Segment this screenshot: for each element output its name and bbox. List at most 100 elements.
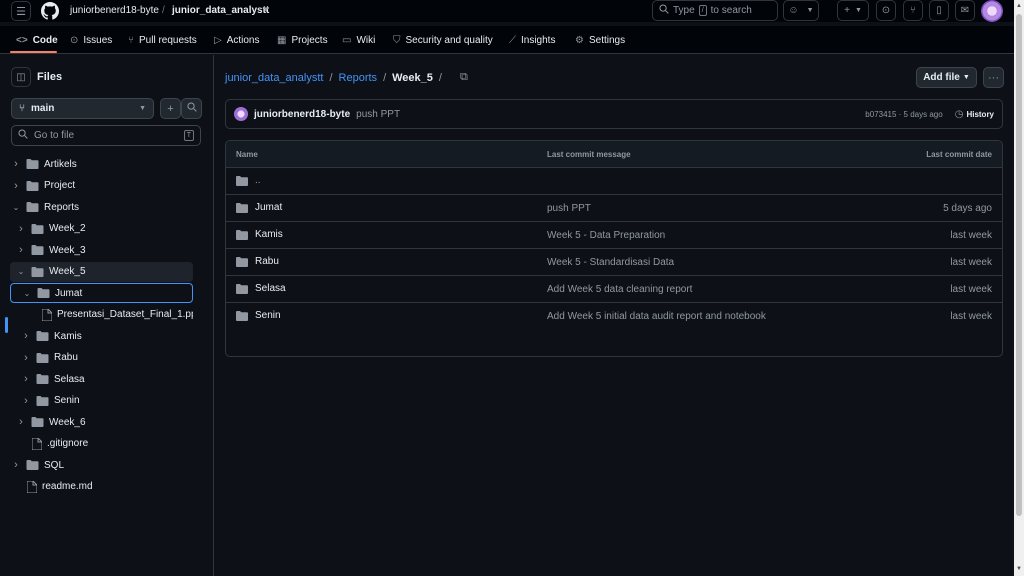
tree-item-week-6[interactable]: › Week_6: [10, 412, 193, 432]
parent-directory-row[interactable]: ..: [226, 168, 1002, 195]
tree-item-week-2[interactable]: › Week_2: [10, 219, 193, 239]
commit-author-link[interactable]: juniorbenerd18-byte: [254, 109, 350, 120]
tree-item-week-3[interactable]: › Week_3: [10, 240, 193, 260]
tree-item-project[interactable]: › Project: [10, 176, 193, 196]
tree-item-presentasi-dataset-final-1-pp[interactable]: Presentasi_Dataset_Final_1.pp...: [10, 305, 193, 325]
commit-author-avatar[interactable]: [234, 107, 248, 121]
page-scrollbar[interactable]: ▲ ▼: [1014, 0, 1024, 576]
folder-name-link[interactable]: Senin: [255, 310, 281, 321]
tree-item-label: Senin: [54, 395, 80, 406]
tree-item-rabu[interactable]: › Rabu: [10, 348, 193, 368]
tree-item-artikels[interactable]: › Artikels: [10, 154, 193, 174]
issues-button[interactable]: ⊙: [876, 0, 896, 21]
table-row[interactable]: Jumat push PPT 5 days ago: [226, 195, 1002, 222]
breadcrumb-repo-link[interactable]: junior_data_analystt: [225, 72, 323, 84]
table-row[interactable]: Senin Add Week 5 initial data audit repor…: [226, 303, 1002, 330]
folder-icon: [236, 202, 248, 213]
folder-name-link[interactable]: Rabu: [255, 256, 279, 267]
tab-pull-requests[interactable]: ⑂ Pull requests: [128, 26, 197, 54]
chevron-down-icon[interactable]: ⌄: [22, 289, 32, 298]
history-link[interactable]: ◷ History: [955, 109, 994, 120]
tree-item-label: Artikels: [44, 158, 77, 170]
tab-settings[interactable]: ⚙ Settings: [575, 26, 625, 54]
shield-icon: ⛉: [393, 34, 401, 46]
commit-message-link[interactable]: Add Week 5 data cleaning report: [547, 284, 692, 295]
tab-code[interactable]: <> Code: [16, 26, 58, 54]
folder-name-link[interactable]: Jumat: [255, 202, 282, 213]
table-row[interactable]: Rabu Week 5 - Standardisasi Data last week: [226, 249, 1002, 276]
commit-message-link[interactable]: push PPT: [547, 203, 591, 214]
tree-item-reports[interactable]: ⌄ Reports: [10, 197, 193, 217]
search-files-button[interactable]: [181, 98, 202, 119]
folder-icon: [26, 245, 49, 255]
tree-item-jumat[interactable]: ⌄ Jumat: [10, 283, 193, 303]
add-file-sidebar-button[interactable]: +: [160, 98, 181, 119]
parent-directory-link[interactable]: ..: [255, 175, 261, 186]
chevron-right-icon[interactable]: ›: [11, 158, 21, 170]
tab-actions[interactable]: ▷ Actions: [214, 26, 260, 54]
go-to-file-field[interactable]: T: [11, 125, 201, 146]
collapse-sidebar-button[interactable]: ◫: [11, 67, 31, 87]
chevron-right-icon[interactable]: ›: [16, 244, 26, 256]
tree-item-label: Kamis: [54, 330, 82, 342]
tree-item-senin[interactable]: › Senin: [10, 391, 193, 411]
repositories-button[interactable]: ▯: [929, 0, 949, 21]
chevron-right-icon[interactable]: ›: [21, 352, 31, 364]
chevron-right-icon[interactable]: ›: [11, 459, 21, 471]
github-logo-icon[interactable]: [40, 1, 60, 21]
repo-owner-link[interactable]: juniorbenerd18-byte: [70, 5, 159, 16]
scroll-down-icon[interactable]: ▼: [1016, 566, 1022, 572]
chevron-right-icon[interactable]: ›: [21, 330, 31, 342]
chevron-right-icon[interactable]: ›: [16, 416, 26, 428]
commit-message-link[interactable]: Add Week 5 initial data audit report and…: [547, 311, 766, 322]
commit-message-link[interactable]: Week 5 - Data Preparation: [547, 230, 665, 241]
repo-icon: ▯: [936, 5, 942, 16]
folder-icon: [31, 395, 54, 406]
folder-icon: [26, 266, 49, 277]
table-row[interactable]: Kamis Week 5 - Data Preparation last week: [226, 222, 1002, 249]
tree-item-sql[interactable]: › SQL: [10, 455, 193, 475]
tree-item-selasa[interactable]: › Selasa: [10, 369, 193, 389]
create-new-button[interactable]: + ▼: [837, 0, 869, 21]
user-avatar[interactable]: [981, 0, 1003, 22]
commit-hash-age[interactable]: b073415 · 5 days ago: [865, 110, 942, 119]
repo-name-link[interactable]: junior_data_analystt: [172, 5, 269, 16]
chevron-right-icon[interactable]: ›: [21, 395, 31, 407]
tab-wiki[interactable]: ▭ Wiki: [342, 26, 375, 54]
plus-icon: +: [844, 5, 850, 16]
go-to-file-input[interactable]: [34, 130, 174, 141]
chevron-down-icon[interactable]: ⌄: [11, 203, 21, 212]
scrollbar-thumb[interactable]: [1016, 14, 1022, 516]
tree-item-kamis[interactable]: › Kamis: [10, 326, 193, 346]
menu-button[interactable]: ☰: [11, 1, 31, 21]
commit-message-link[interactable]: push PPT: [356, 109, 400, 120]
tab-projects[interactable]: ▦ Projects: [277, 26, 328, 54]
pull-request-icon: ⑂: [910, 5, 916, 16]
search-input[interactable]: Type / to search: [652, 0, 778, 21]
pull-requests-button[interactable]: ⑂: [903, 0, 923, 21]
more-options-button[interactable]: ···: [983, 67, 1004, 88]
tab-issues[interactable]: ⊙ Issues: [70, 26, 112, 54]
chevron-down-icon[interactable]: ⌄: [16, 267, 26, 276]
inbox-button[interactable]: ✉: [955, 0, 975, 21]
tree-item-gitignore[interactable]: .gitignore: [10, 434, 193, 454]
folder-name-link[interactable]: Selasa: [255, 283, 286, 294]
breadcrumb-reports-link[interactable]: Reports: [339, 72, 378, 84]
copy-path-icon[interactable]: ⧉: [460, 71, 468, 84]
scroll-up-icon[interactable]: ▲: [1016, 3, 1022, 9]
tab-insights[interactable]: ⟋ Insights: [509, 26, 555, 54]
tree-item-week-5[interactable]: ⌄ Week_5: [10, 261, 193, 282]
chevron-right-icon[interactable]: ›: [21, 373, 31, 385]
folder-name-link[interactable]: Kamis: [255, 229, 283, 240]
chevron-right-icon[interactable]: ›: [16, 223, 26, 235]
repo-dropdown-icon[interactable]: ▼: [262, 5, 270, 14]
copilot-button[interactable]: ☺ ▼: [783, 0, 819, 21]
branch-selector[interactable]: ⑂ main ▼: [11, 98, 154, 119]
folder-icon: [21, 180, 44, 191]
tree-item-readme-md[interactable]: readme.md: [10, 477, 193, 497]
chevron-right-icon[interactable]: ›: [11, 180, 21, 192]
commit-message-link[interactable]: Week 5 - Standardisasi Data: [547, 257, 674, 268]
add-file-button[interactable]: Add file ▼: [916, 67, 977, 88]
tab-security[interactable]: ⛉ Security and quality: [393, 26, 493, 54]
table-row[interactable]: Selasa Add Week 5 data cleaning report las…: [226, 276, 1002, 303]
